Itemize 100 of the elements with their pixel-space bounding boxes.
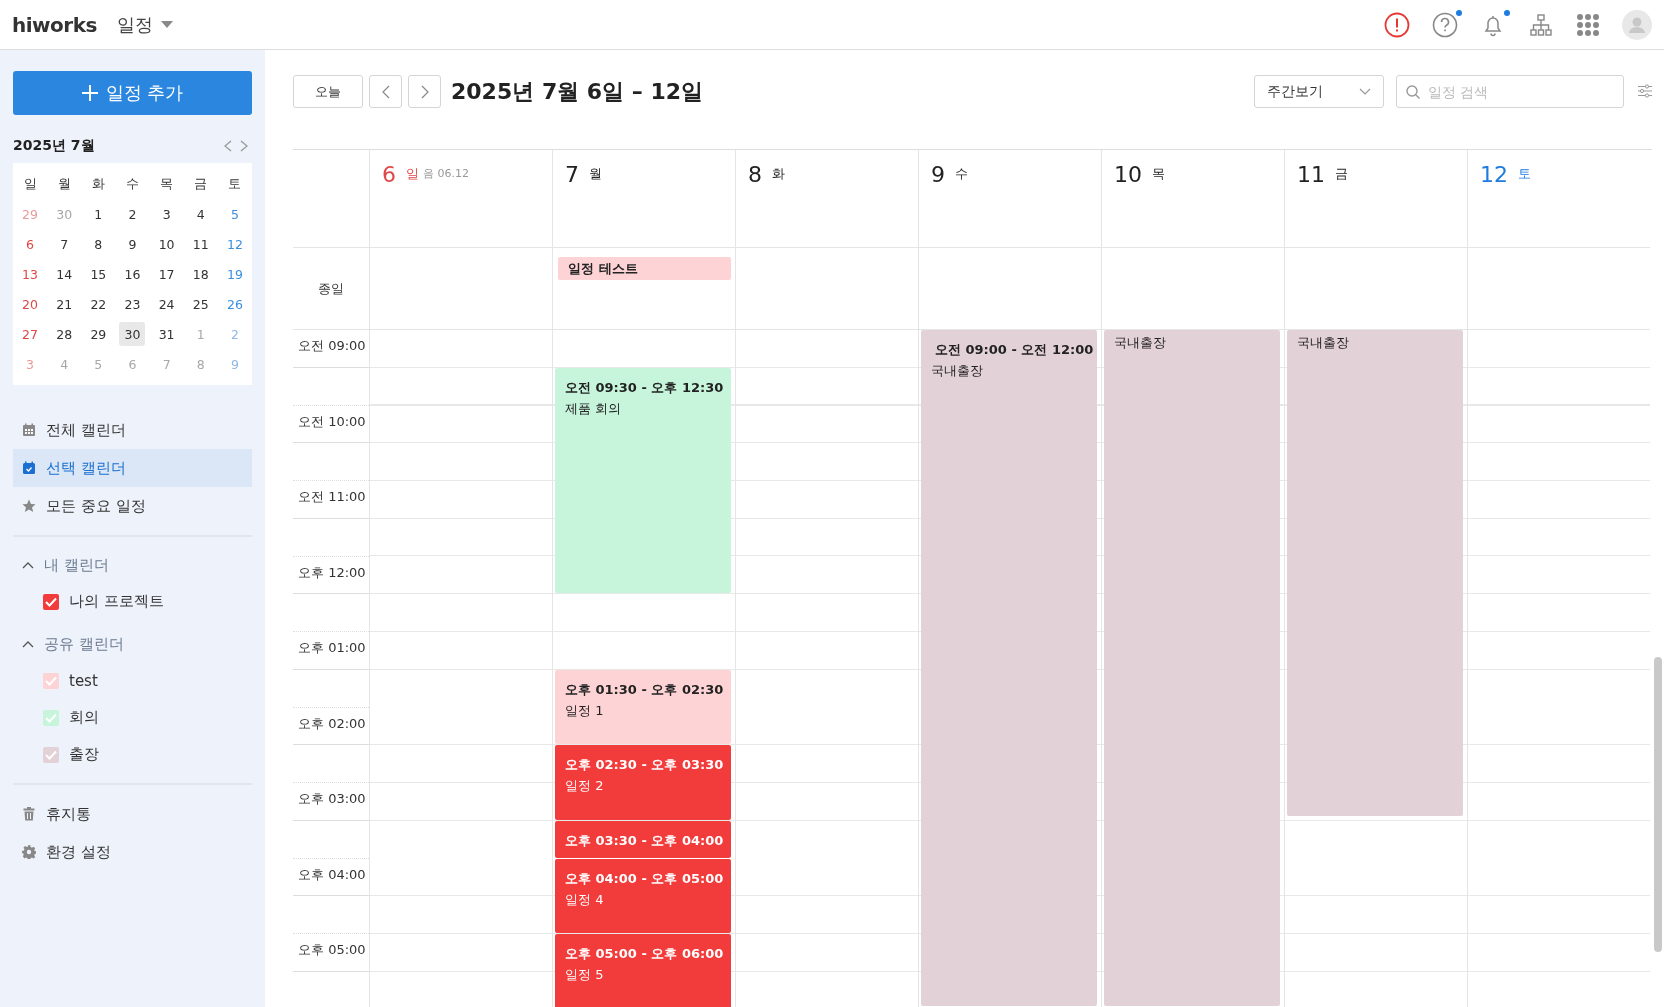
date-cell[interactable]: 26 — [221, 292, 248, 316]
calendar-check-icon — [22, 461, 36, 475]
weekday-label: 목 — [1152, 165, 1165, 183]
event-block[interactable]: 오후 03:30 - 오후 04:00 — [555, 820, 731, 858]
date-cell[interactable]: 24 — [153, 292, 180, 316]
time-label: 오후 03:00 — [298, 791, 366, 806]
search-icon — [1406, 85, 1420, 99]
time-label: 오전 10:00 — [298, 413, 366, 429]
date-cell[interactable]: 1 — [85, 202, 112, 226]
calendar-checkbox[interactable] — [43, 746, 59, 763]
calendar-group-toggle[interactable]: 공유 캘린더 — [13, 626, 133, 662]
day-number: 11 — [1297, 162, 1325, 187]
date-cell[interactable]: 25 — [187, 292, 214, 316]
app-menu[interactable]: 일정 — [116, 12, 173, 37]
date-cell[interactable]: 20 — [17, 292, 44, 316]
date-cell[interactable]: 2 — [119, 202, 146, 226]
date-cell[interactable]: 10 — [153, 232, 180, 256]
event-block[interactable]: 국내출장 — [1104, 330, 1280, 1006]
weekday-label: 수 — [126, 175, 139, 193]
date-cell[interactable]: 31 — [153, 322, 180, 346]
sidebar-item[interactable]: 모든 중요 일정 — [13, 487, 252, 525]
date-cell[interactable]: 16 — [119, 262, 146, 286]
view-select[interactable]: 주간보기 — [1254, 75, 1384, 108]
avatar-icon[interactable] — [1622, 9, 1652, 40]
calendar-checkbox[interactable] — [43, 672, 59, 689]
chevron-up-icon — [22, 561, 34, 569]
add-event-button[interactable]: 일정 추가 — [13, 71, 252, 115]
date-cell[interactable]: 28 — [51, 322, 78, 346]
weekday-label: 월 — [589, 165, 602, 183]
date-cell[interactable]: 7 — [51, 232, 78, 256]
all-day-event[interactable]: 일정 테스트 — [558, 257, 731, 280]
caret-icon — [160, 20, 173, 29]
calendar-checkbox[interactable] — [43, 709, 59, 726]
date-cell[interactable]: 13 — [17, 262, 44, 286]
date-cell[interactable]: 29 — [85, 322, 112, 346]
time-label: 오전 11:00 — [298, 489, 366, 504]
event-block[interactable]: 오전 09:00 - 오전 12:00 국내출장 — [921, 330, 1097, 1006]
date-cell[interactable]: 19 — [221, 262, 248, 286]
date-cell[interactable]: 30 — [119, 322, 146, 346]
next-button[interactable] — [408, 75, 441, 108]
sidebar-item[interactable]: 환경 설정 — [13, 833, 252, 871]
event-block[interactable]: 오후 04:00 - 오후 05:00 일정 4 — [555, 858, 731, 933]
day-number: 7 — [565, 162, 579, 187]
day-number: 12 — [1480, 162, 1508, 187]
weekday-label: 일 — [406, 165, 419, 183]
date-cell[interactable]: 8 — [85, 232, 112, 256]
search-field[interactable]: 일정 검색 — [1396, 75, 1624, 108]
weekday-label: 화 — [772, 165, 785, 183]
weekday-label: 금 — [1335, 165, 1348, 183]
weekday-label: 토 — [228, 175, 242, 193]
date-cell[interactable]: 17 — [153, 262, 180, 286]
calendar-checkbox[interactable] — [43, 593, 59, 610]
sidebar-item[interactable]: 전체 캘린더 — [13, 411, 252, 449]
chevron-left-icon[interactable] — [224, 140, 232, 152]
event-block[interactable]: 오후 01:30 - 오후 02:30 일정 1 — [555, 669, 731, 745]
lunar-date: 음 06.12 — [423, 166, 469, 181]
filter-settings-icon[interactable] — [1638, 84, 1652, 98]
event-block[interactable]: 국내출장 — [1287, 330, 1463, 817]
event-block[interactable]: 오후 05:00 - 오후 06:00 일정 5 — [555, 934, 731, 1007]
month-title: 2025년 7월 — [13, 137, 96, 155]
chevron-right-icon — [420, 84, 429, 99]
date-cell[interactable]: 14 — [51, 262, 78, 286]
time-label: 오전 09:00 — [298, 338, 366, 353]
sidebar-item[interactable]: 선택 캘린더 — [13, 449, 252, 487]
date-cell[interactable]: 9 — [119, 232, 146, 256]
time-label: 오후 01:00 — [298, 640, 366, 655]
help-icon[interactable] — [1432, 11, 1458, 38]
date-cell[interactable]: 18 — [187, 262, 214, 286]
date-cell[interactable]: 11 — [187, 232, 214, 256]
event-block[interactable]: 오전 09:30 - 오후 12:30 제품 회의 — [555, 367, 731, 594]
weekday-label: 수 — [955, 165, 968, 183]
sidebar-item[interactable]: 휴지통 — [13, 795, 252, 833]
previous-button[interactable] — [369, 75, 402, 108]
apps-grid-icon[interactable] — [1576, 12, 1600, 37]
time-label: 오후 04:00 — [298, 866, 366, 882]
today-button[interactable]: 오늘 — [293, 75, 363, 108]
event-block[interactable]: 오후 02:30 - 오후 03:30 일정 2 — [555, 745, 731, 820]
calendar-name: test — [69, 671, 98, 690]
day-number: 9 — [931, 162, 945, 187]
date-cell[interactable]: 3 — [153, 202, 180, 226]
trash-icon — [22, 807, 36, 821]
chevron-right-icon[interactable] — [240, 140, 248, 152]
date-cell[interactable]: 27 — [17, 322, 44, 346]
scrollbar[interactable] — [1654, 657, 1662, 952]
calendar-group-toggle[interactable]: 내 캘린더 — [13, 547, 118, 583]
date-cell[interactable]: 15 — [85, 262, 112, 286]
weekday-label: 토 — [1518, 165, 1531, 183]
week-title: 2025년 7월 6일 – 12일 — [451, 78, 704, 106]
calendar-name: 회의 — [69, 708, 99, 727]
date-cell[interactable]: 4 — [187, 202, 214, 226]
weekday-label: 금 — [194, 175, 208, 193]
alert-icon[interactable] — [1384, 11, 1410, 38]
logo[interactable]: hiworks — [12, 12, 97, 37]
plus-icon — [81, 85, 98, 101]
star-icon — [22, 499, 36, 513]
org-chart-icon[interactable] — [1528, 11, 1554, 38]
date-cell[interactable]: 22 — [85, 292, 112, 316]
date-cell[interactable]: 6 — [17, 232, 44, 256]
date-cell[interactable]: 23 — [119, 292, 146, 316]
date-cell[interactable]: 21 — [51, 292, 78, 316]
